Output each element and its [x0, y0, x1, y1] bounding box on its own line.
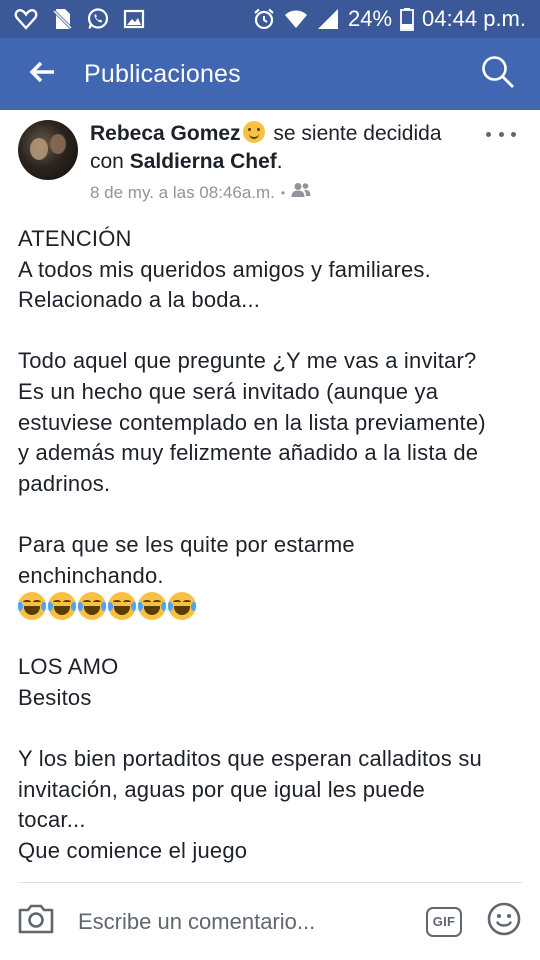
post-paragraph-4: LOS AMO Besitos — [18, 654, 119, 710]
battery-icon — [400, 7, 414, 31]
camera-button[interactable] — [0, 883, 72, 960]
alarm-icon — [252, 7, 276, 31]
friends-icon — [291, 182, 311, 203]
meta-separator: • — [280, 185, 286, 200]
author-name[interactable]: Rebeca Gomez — [90, 122, 241, 145]
post-header: Rebeca Gomez se siente decidida con Sald… — [0, 110, 540, 210]
more-dot — [511, 131, 516, 137]
tagged-user[interactable]: Saldierna Chef — [130, 150, 277, 173]
image-icon — [122, 7, 146, 31]
laughing-emoji-row — [18, 591, 530, 622]
laughing-emoji-icon — [78, 592, 106, 621]
laughing-emoji-icon — [138, 592, 166, 621]
heart-outline-icon — [14, 7, 38, 31]
comment-input[interactable] — [72, 896, 414, 947]
laughing-emoji-icon — [18, 592, 46, 621]
page-title: Publicaciones — [84, 59, 241, 88]
post-timestamp[interactable]: 8 de my. a las 08:46a.m. — [90, 183, 275, 203]
search-icon — [480, 54, 516, 95]
back-button[interactable] — [0, 38, 84, 110]
smiley-icon — [487, 902, 521, 941]
clock-time: 04:44 p.m. — [422, 6, 526, 31]
laughing-emoji-icon — [108, 592, 136, 621]
app-bar: Publicaciones — [0, 38, 540, 110]
feeling-emoji-icon — [242, 121, 265, 143]
laughing-emoji-icon — [168, 592, 196, 621]
whatsapp-icon — [86, 7, 110, 31]
post-header-text: Rebeca Gomez se siente decidida con Sald… — [90, 120, 480, 176]
no-sim-icon — [50, 7, 74, 31]
post-paragraph-2: Todo aquel que pregunte ¿Y me vas a invi… — [18, 348, 486, 496]
camera-icon — [17, 903, 55, 940]
gif-button[interactable]: GIF — [414, 883, 474, 960]
more-dot — [498, 131, 504, 137]
post-meta: 8 de my. a las 08:46a.m. • — [90, 182, 311, 203]
signal-icon — [316, 7, 340, 31]
search-button[interactable] — [456, 38, 540, 110]
post-paragraph-5: Y los bien portaditos que esperan callad… — [18, 746, 482, 863]
more-options-button[interactable] — [486, 124, 516, 144]
more-dot — [486, 131, 491, 137]
sticker-button[interactable] — [474, 883, 534, 960]
battery-percentage: 24% — [348, 6, 393, 31]
avatar[interactable] — [18, 120, 78, 180]
wifi-icon — [284, 7, 308, 31]
post-paragraph-3: Para que se les quite por estarme enchin… — [18, 531, 355, 588]
post-body: ATENCIÓN A todos mis queridos amigos y f… — [18, 224, 530, 866]
arrow-left-icon — [29, 61, 55, 88]
laughing-emoji-icon — [48, 592, 76, 621]
status-bar: 24% 04:44 p.m. — [0, 0, 540, 38]
post-paragraph-1: ATENCIÓN A todos mis queridos amigos y f… — [18, 226, 431, 313]
comment-bar: GIF — [0, 883, 540, 960]
gif-icon: GIF — [426, 906, 462, 937]
header-period: . — [276, 150, 283, 173]
